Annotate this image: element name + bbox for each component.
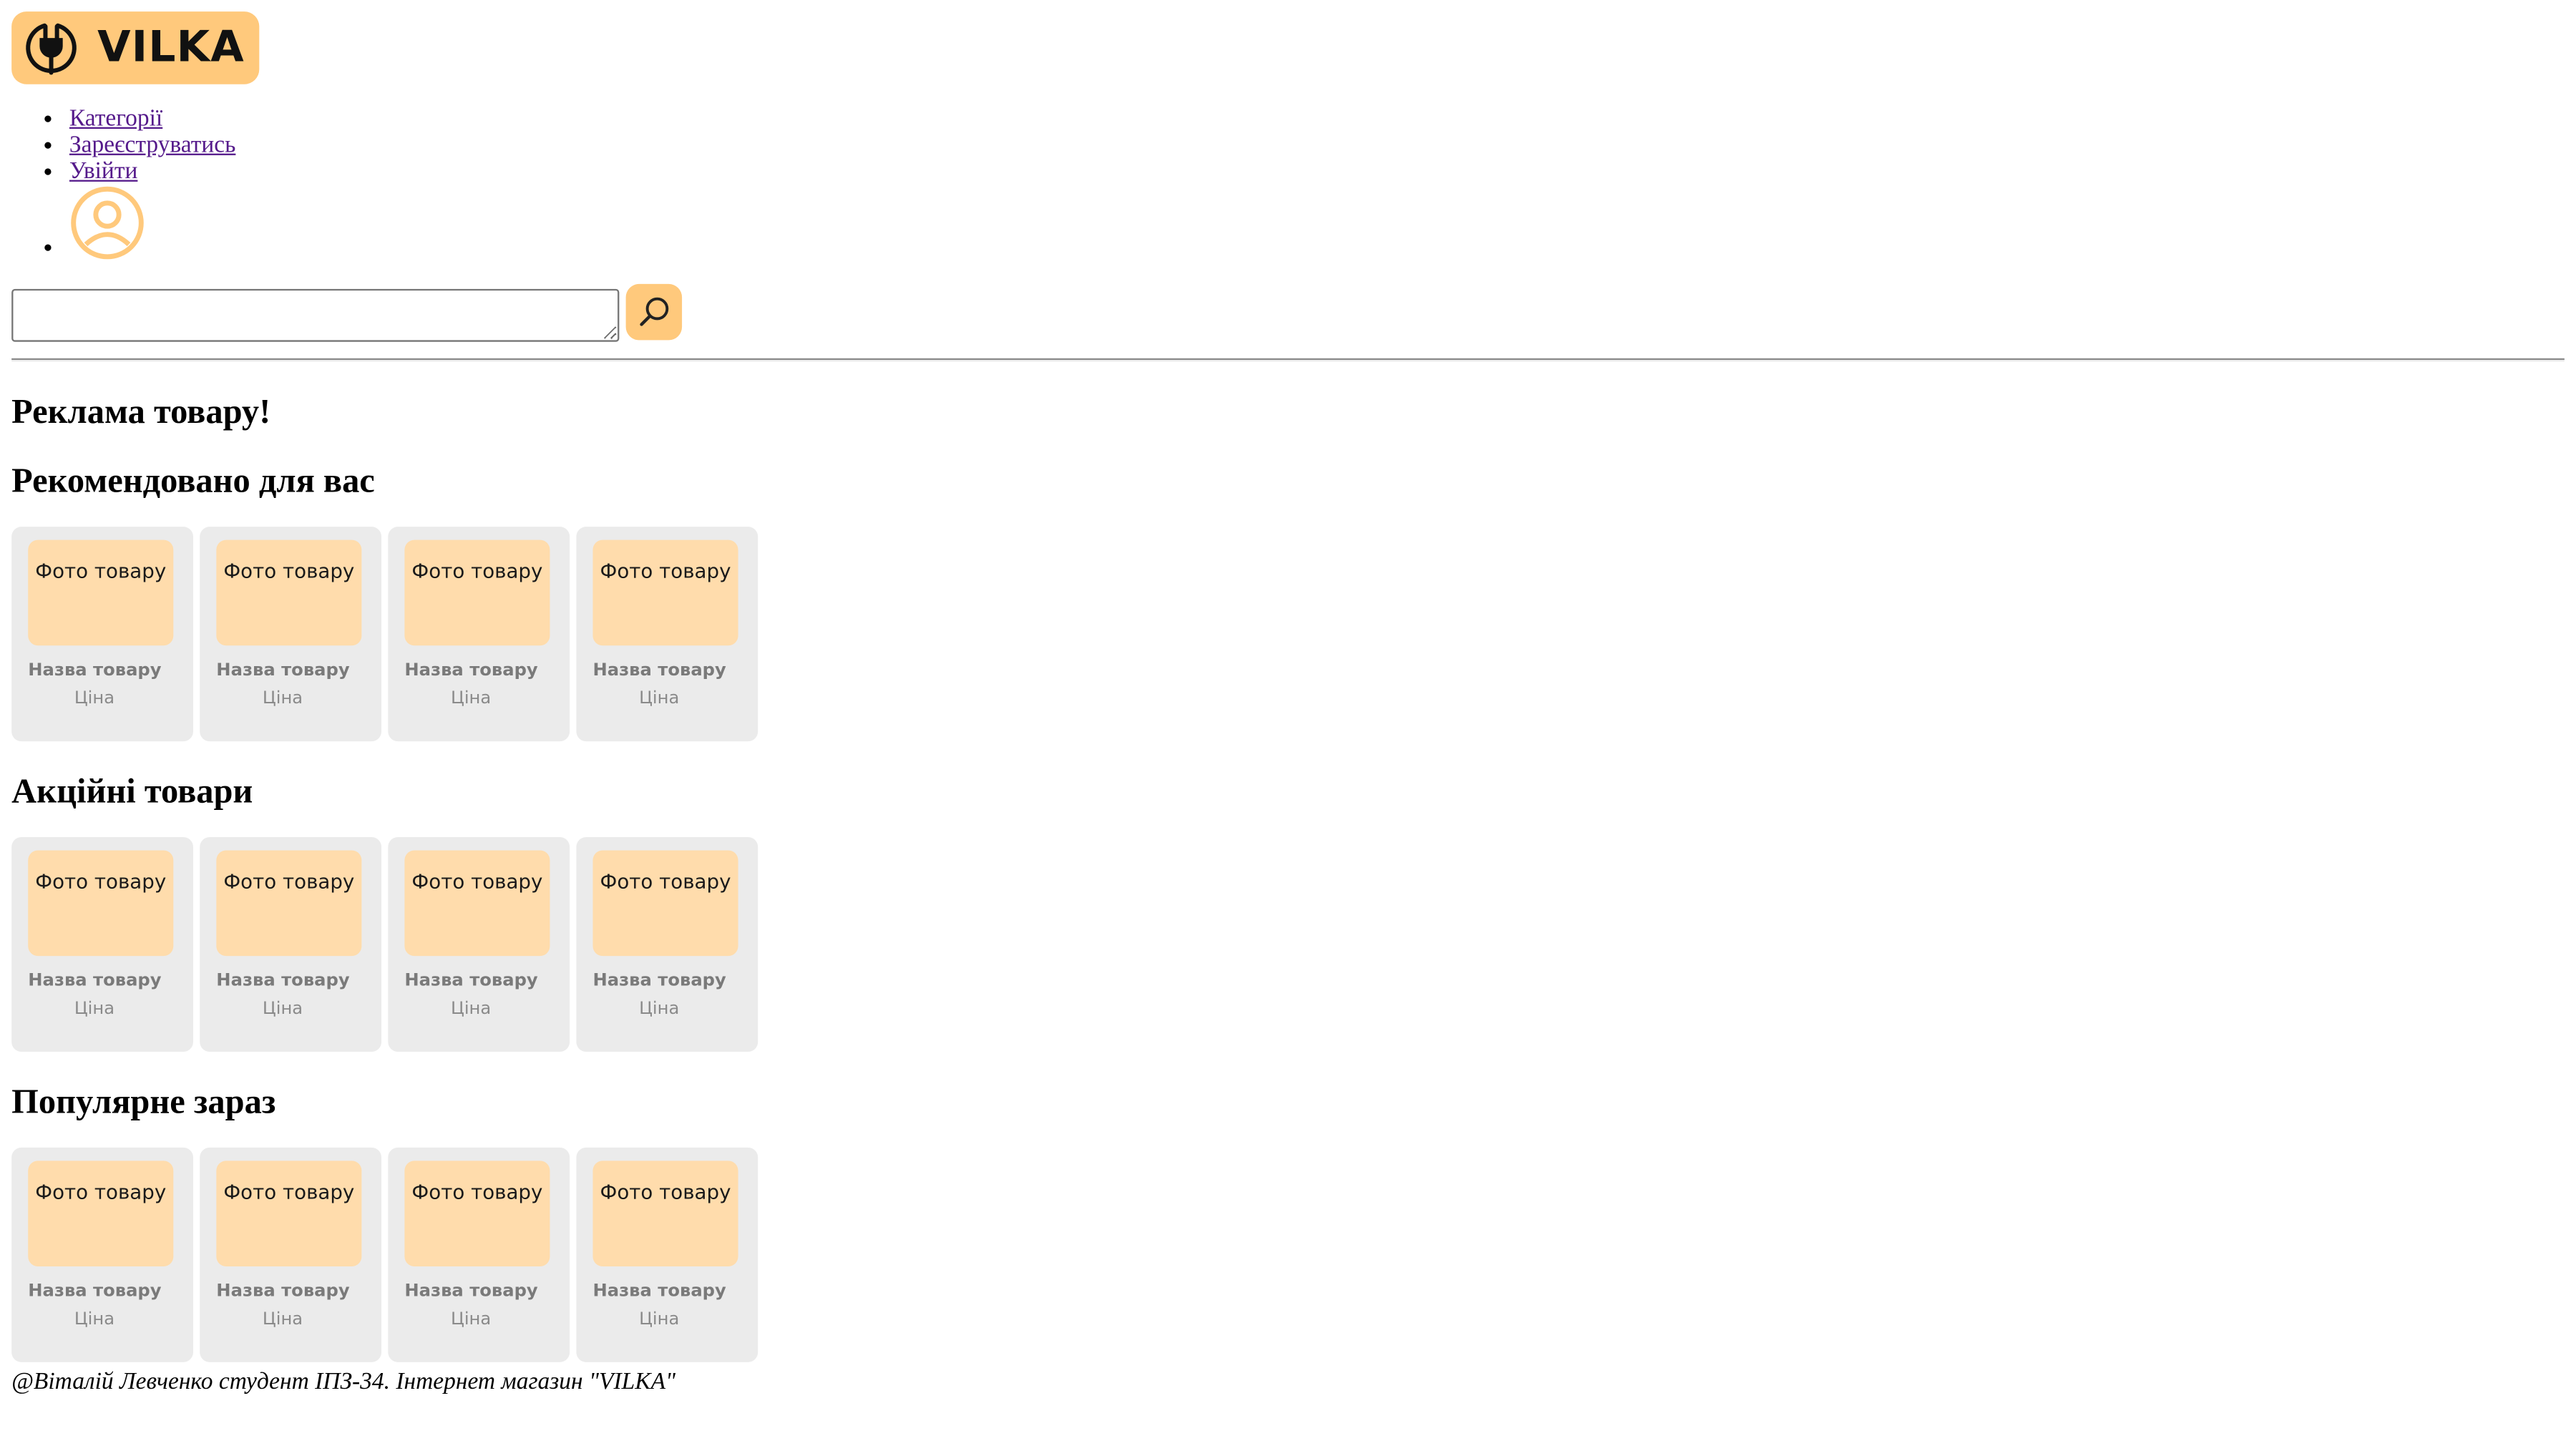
- nav-item-profile: [69, 185, 2565, 260]
- product-name: Назва товару: [592, 1281, 726, 1301]
- section-title: Рекомендовано для вас: [11, 460, 375, 501]
- product-card[interactable]: Фото товару Назва товару Ціна: [11, 527, 194, 742]
- product-name: Назва товару: [592, 970, 726, 991]
- product-name: Назва товару: [216, 660, 350, 680]
- plug-icon: [26, 23, 77, 75]
- product-grid: Фото товару Назва товару Ціна Фото товар…: [11, 837, 2565, 1052]
- search-input[interactable]: [11, 288, 620, 342]
- search-icon: [640, 297, 669, 326]
- logo[interactable]: VILKA: [11, 11, 260, 84]
- product-photo: Фото товару: [592, 1161, 738, 1267]
- product-card[interactable]: Фото товару Назва товару Ціна: [200, 837, 382, 1052]
- section-title: Популярне зараз: [11, 1081, 276, 1121]
- nav-item-login: Увійти: [69, 159, 2565, 185]
- product-card[interactable]: Фото товару Назва товару Ціна: [11, 1147, 194, 1362]
- product-price: Ціна: [451, 688, 492, 709]
- product-price: Ціна: [451, 999, 492, 1019]
- product-name: Назва товару: [592, 660, 726, 680]
- main-nav: Категорії Зареєструватись Увійти: [11, 106, 2565, 261]
- product-photo: Фото товару: [216, 850, 362, 957]
- product-card[interactable]: Фото товару Назва товару Ціна: [388, 1147, 570, 1362]
- product-price: Ціна: [74, 1309, 115, 1329]
- product-photo: Фото товару: [28, 1161, 174, 1267]
- footer-text: @Віталій Левченко студент ІПЗ-34. Інтерн…: [11, 1369, 676, 1396]
- product-price: Ціна: [74, 999, 115, 1019]
- product-grid: Фото товару Назва товару Ціна Фото товар…: [11, 1147, 2565, 1362]
- product-card[interactable]: Фото товару Назва товару Ціна: [11, 837, 194, 1052]
- register-link[interactable]: Зареєструватись: [69, 132, 235, 159]
- product-photo: Фото товару: [404, 850, 550, 957]
- product-name: Назва товару: [28, 1281, 162, 1301]
- product-name: Назва товару: [28, 970, 162, 991]
- header-divider: [11, 358, 2565, 362]
- search-bar: [11, 283, 2565, 342]
- section-sale: Акційні товари Фото товару Назва товару …: [11, 771, 2565, 1052]
- product-price: Ціна: [262, 999, 303, 1019]
- product-card[interactable]: Фото товару Назва товару Ціна: [388, 527, 570, 742]
- product-price: Ціна: [639, 688, 680, 709]
- section-popular: Популярне зараз Фото товару Назва товару…: [11, 1082, 2565, 1362]
- product-price: Ціна: [639, 1309, 680, 1329]
- product-card[interactable]: Фото товару Назва товару Ціна: [576, 527, 758, 742]
- product-photo: Фото товару: [404, 539, 550, 646]
- product-photo: Фото товару: [592, 850, 738, 957]
- search-button[interactable]: [625, 283, 683, 341]
- product-card[interactable]: Фото товару Назва товару Ціна: [200, 527, 382, 742]
- product-name: Назва товару: [404, 970, 538, 991]
- product-photo: Фото товару: [216, 539, 362, 646]
- product-price: Ціна: [451, 1309, 492, 1329]
- product-name: Назва товару: [404, 1281, 538, 1301]
- product-price: Ціна: [639, 999, 680, 1019]
- product-card[interactable]: Фото товару Назва товару Ціна: [200, 1147, 382, 1362]
- login-link[interactable]: Увійти: [69, 159, 137, 185]
- section-recommended: Рекомендовано для вас Фото товару Назва …: [11, 460, 2565, 742]
- product-card[interactable]: Фото товару Назва товару Ціна: [576, 837, 758, 1052]
- product-card[interactable]: Фото товару Назва товару Ціна: [388, 837, 570, 1052]
- product-photo: Фото товару: [28, 539, 174, 646]
- user-avatar-icon[interactable]: [69, 185, 145, 260]
- nav-item-register: Зареєструватись: [69, 132, 2565, 159]
- ad-banner-title: Реклама товару!: [11, 391, 271, 431]
- product-name: Назва товару: [216, 970, 350, 991]
- product-photo: Фото товару: [28, 850, 174, 957]
- product-grid: Фото товару Назва товару Ціна Фото товар…: [11, 527, 2565, 742]
- product-price: Ціна: [262, 1309, 303, 1329]
- product-photo: Фото товару: [592, 539, 738, 646]
- product-photo: Фото товару: [404, 1161, 550, 1267]
- product-photo: Фото товару: [216, 1161, 362, 1267]
- categories-link[interactable]: Категорії: [69, 106, 162, 132]
- product-card[interactable]: Фото товару Назва товару Ціна: [576, 1147, 758, 1362]
- logo-text: VILKA: [97, 23, 245, 73]
- product-name: Назва товару: [28, 660, 162, 680]
- product-name: Назва товару: [404, 660, 538, 680]
- product-price: Ціна: [74, 688, 115, 709]
- product-name: Назва товару: [216, 1281, 350, 1301]
- product-price: Ціна: [262, 688, 303, 709]
- section-title: Акційні товари: [11, 771, 253, 811]
- nav-item-categories: Категорії: [69, 106, 2565, 132]
